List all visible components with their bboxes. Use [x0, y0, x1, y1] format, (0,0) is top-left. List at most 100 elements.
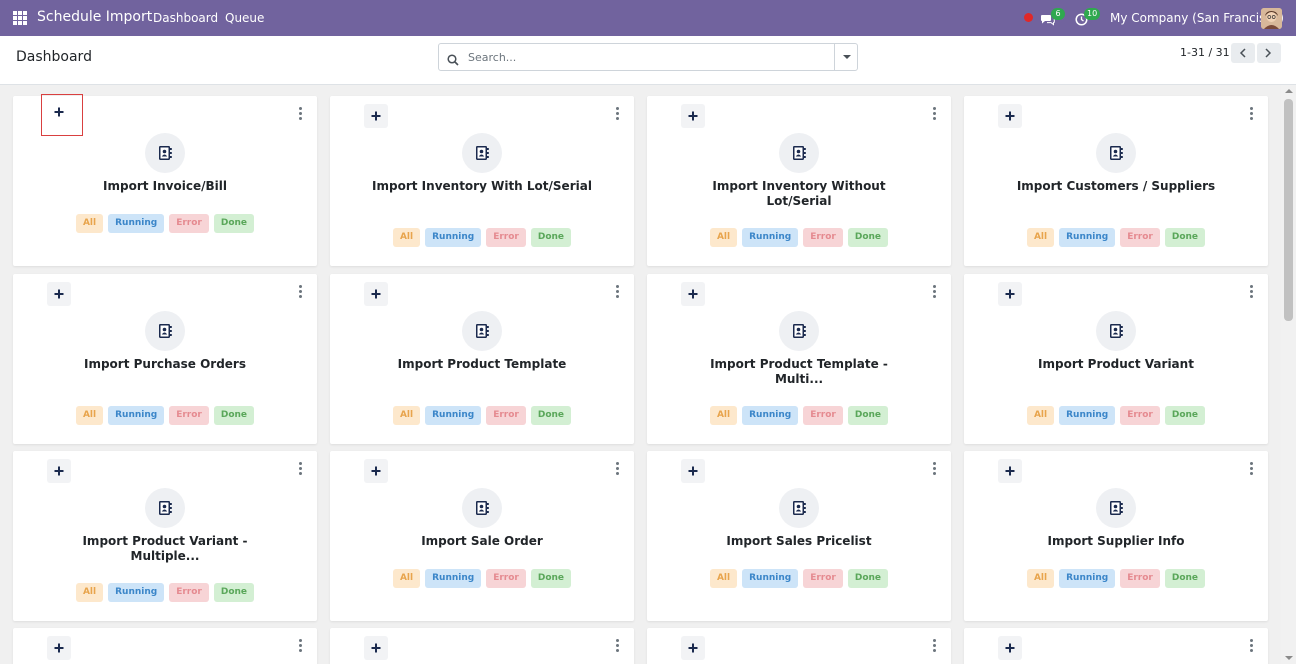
status-tag-error[interactable]: Error: [169, 583, 209, 602]
kebab-menu-icon[interactable]: [1250, 285, 1254, 299]
add-button[interactable]: [998, 104, 1022, 128]
status-tag-running[interactable]: Running: [742, 406, 799, 425]
search-options-toggle[interactable]: [834, 44, 858, 70]
status-tag-done[interactable]: Done: [213, 583, 255, 602]
import-card[interactable]: Import Purchase Orders All Running Error Don…: [13, 274, 317, 444]
status-tag-error[interactable]: Error: [169, 406, 209, 425]
status-tag-running[interactable]: Running: [1059, 406, 1116, 425]
apps-grid-icon[interactable]: [13, 11, 27, 25]
status-tag-done[interactable]: Done: [213, 406, 255, 425]
add-button[interactable]: [998, 282, 1022, 306]
status-tag-all[interactable]: All: [709, 228, 738, 247]
status-tag-error[interactable]: Error: [803, 569, 843, 588]
add-button[interactable]: [681, 104, 705, 128]
kebab-menu-icon[interactable]: [616, 462, 620, 476]
import-card[interactable]: Import Inventory Without Lot/Serial All Ru…: [647, 96, 951, 266]
kebab-menu-icon[interactable]: [299, 639, 303, 653]
status-tag-all[interactable]: All: [392, 406, 421, 425]
search-input[interactable]: [468, 48, 828, 66]
kebab-menu-icon[interactable]: [1250, 639, 1254, 653]
card-title[interactable]: Import Product Variant: [1004, 357, 1228, 372]
status-tag-running[interactable]: Running: [425, 569, 482, 588]
kebab-menu-icon[interactable]: [933, 285, 937, 299]
import-card[interactable]: [13, 628, 317, 664]
status-tag-running[interactable]: Running: [1059, 569, 1116, 588]
add-button[interactable]: [364, 104, 388, 128]
status-tag-running[interactable]: Running: [108, 406, 165, 425]
import-card[interactable]: [647, 628, 951, 664]
kebab-menu-icon[interactable]: [933, 107, 937, 121]
card-title[interactable]: Import Purchase Orders: [53, 357, 277, 372]
status-tag-done[interactable]: Done: [530, 569, 572, 588]
status-tag-error[interactable]: Error: [486, 228, 526, 247]
status-tag-all[interactable]: All: [75, 214, 104, 233]
status-tag-all[interactable]: All: [1026, 228, 1055, 247]
import-card[interactable]: Import Supplier Info All Running Error Done: [964, 451, 1268, 621]
add-button[interactable]: [41, 94, 83, 136]
card-title[interactable]: Import Supplier Info: [1004, 534, 1228, 549]
recording-dot-icon[interactable]: [1024, 13, 1033, 22]
kebab-menu-icon[interactable]: [933, 639, 937, 653]
status-tag-running[interactable]: Running: [425, 406, 482, 425]
add-button[interactable]: [681, 636, 705, 660]
kebab-menu-icon[interactable]: [616, 107, 620, 121]
add-button[interactable]: [998, 459, 1022, 483]
add-button[interactable]: [47, 636, 71, 660]
add-button[interactable]: [364, 636, 388, 660]
status-tag-all[interactable]: All: [75, 406, 104, 425]
avatar[interactable]: [1261, 8, 1282, 29]
status-tag-done[interactable]: Done: [213, 214, 255, 233]
status-tag-done[interactable]: Done: [1164, 228, 1206, 247]
status-tag-all[interactable]: All: [1026, 406, 1055, 425]
menu-dashboard[interactable]: Dashboard: [153, 11, 218, 25]
import-card[interactable]: Import Invoice/Bill All Running Error Done: [13, 94, 317, 266]
add-button[interactable]: [364, 282, 388, 306]
card-title[interactable]: Import Product Variant - Multiple...: [53, 534, 277, 564]
import-card[interactable]: Import Inventory With Lot/Serial All Runni…: [330, 96, 634, 266]
vertical-scrollbar[interactable]: [1281, 85, 1296, 664]
pager-next-button[interactable]: [1257, 43, 1281, 63]
import-card[interactable]: Import Customers / Suppliers All Running Er…: [964, 96, 1268, 266]
card-title[interactable]: Import Sales Pricelist: [687, 534, 911, 549]
kebab-menu-icon[interactable]: [616, 639, 620, 653]
status-tag-error[interactable]: Error: [1120, 406, 1160, 425]
card-title[interactable]: Import Sale Order: [370, 534, 594, 549]
status-tag-error[interactable]: Error: [803, 228, 843, 247]
status-tag-done[interactable]: Done: [530, 228, 572, 247]
status-tag-all[interactable]: All: [709, 406, 738, 425]
status-tag-error[interactable]: Error: [169, 214, 209, 233]
kebab-menu-icon[interactable]: [933, 462, 937, 476]
import-card[interactable]: [330, 628, 634, 664]
card-title[interactable]: Import Inventory With Lot/Serial: [370, 179, 594, 194]
card-title[interactable]: Import Invoice/Bill: [53, 179, 277, 194]
search-bar[interactable]: [438, 43, 858, 71]
status-tag-done[interactable]: Done: [847, 569, 889, 588]
status-tag-all[interactable]: All: [1026, 569, 1055, 588]
status-tag-done[interactable]: Done: [1164, 406, 1206, 425]
status-tag-running[interactable]: Running: [108, 214, 165, 233]
status-tag-error[interactable]: Error: [803, 406, 843, 425]
status-tag-all[interactable]: All: [75, 583, 104, 602]
pager-value[interactable]: 1-31 / 31: [1180, 46, 1230, 59]
status-tag-done[interactable]: Done: [530, 406, 572, 425]
kebab-menu-icon[interactable]: [1250, 107, 1254, 121]
status-tag-error[interactable]: Error: [1120, 228, 1160, 247]
import-card[interactable]: Import Product Variant - Multiple... All R…: [13, 451, 317, 621]
import-card[interactable]: Import Product Template - Multi... All Run…: [647, 274, 951, 444]
kebab-menu-icon[interactable]: [1250, 462, 1254, 476]
add-button[interactable]: [47, 459, 71, 483]
card-title[interactable]: Import Customers / Suppliers: [1004, 179, 1228, 194]
card-title[interactable]: Import Product Template: [370, 357, 594, 372]
add-button[interactable]: [364, 459, 388, 483]
import-card[interactable]: Import Product Variant All Running Error Don…: [964, 274, 1268, 444]
kebab-menu-icon[interactable]: [616, 285, 620, 299]
status-tag-error[interactable]: Error: [1120, 569, 1160, 588]
company-switcher[interactable]: My Company (San Francisco): [1110, 11, 1284, 25]
status-tag-done[interactable]: Done: [847, 406, 889, 425]
card-title[interactable]: Import Product Template - Multi...: [687, 357, 911, 387]
status-tag-running[interactable]: Running: [742, 569, 799, 588]
pager-previous-button[interactable]: [1231, 43, 1255, 63]
status-tag-all[interactable]: All: [392, 228, 421, 247]
status-tag-done[interactable]: Done: [847, 228, 889, 247]
status-tag-all[interactable]: All: [392, 569, 421, 588]
